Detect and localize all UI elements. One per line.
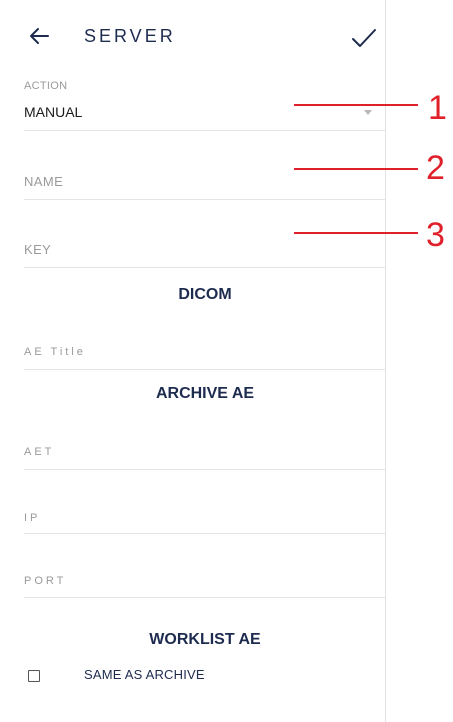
checkmark-icon[interactable] bbox=[350, 26, 378, 50]
name-placeholder: NAME bbox=[24, 174, 64, 189]
port-placeholder: PORT bbox=[24, 575, 67, 587]
callout-line-1 bbox=[294, 104, 418, 106]
ae-title-placeholder: AE Title bbox=[24, 346, 86, 358]
section-heading-worklist-ae: WORKLIST AE bbox=[149, 631, 261, 648]
aet-placeholder: AET bbox=[24, 446, 55, 458]
same-as-archive-label[interactable]: SAME AS ARCHIVE bbox=[84, 667, 205, 682]
callout-line-2 bbox=[294, 168, 418, 170]
callout-number-2: 2 bbox=[426, 149, 445, 187]
ip-placeholder: IP bbox=[24, 512, 41, 524]
arrow-left-icon[interactable] bbox=[28, 24, 50, 48]
action-label: ACTION bbox=[24, 80, 68, 92]
key-field[interactable]: KEY bbox=[24, 228, 386, 268]
callout-line-3 bbox=[294, 232, 418, 234]
chevron-down-icon[interactable] bbox=[364, 110, 372, 115]
key-placeholder: KEY bbox=[24, 242, 52, 257]
aet-field[interactable]: AET bbox=[24, 430, 386, 470]
page: SERVER ACTION MANUAL NAME KEY DICOM AE T… bbox=[0, 0, 453, 722]
server-settings-screen: SERVER ACTION MANUAL NAME KEY DICOM AE T… bbox=[0, 0, 386, 722]
section-heading-dicom: DICOM bbox=[178, 286, 232, 303]
ip-field[interactable]: IP bbox=[24, 494, 386, 534]
callout-number-3: 3 bbox=[426, 216, 445, 254]
name-field[interactable]: NAME bbox=[24, 160, 386, 200]
same-as-archive-checkbox[interactable] bbox=[28, 670, 40, 682]
port-field[interactable]: PORT bbox=[24, 558, 386, 598]
ae-title-field[interactable]: AE Title bbox=[24, 330, 386, 370]
callout-number-1: 1 bbox=[428, 89, 447, 127]
section-heading-archive-ae: ARCHIVE AE bbox=[155, 385, 255, 402]
action-value: MANUAL bbox=[24, 104, 83, 120]
page-title: SERVER bbox=[84, 26, 176, 46]
